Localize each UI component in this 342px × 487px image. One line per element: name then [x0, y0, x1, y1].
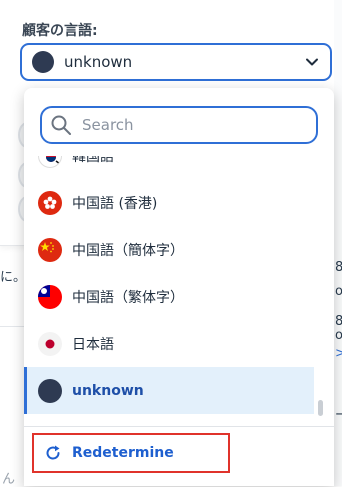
taiwan-flag-icon — [38, 284, 62, 309]
redetermine-label: Redetermine — [72, 445, 174, 461]
language-list: 韓国語 中国語 (香港) 中国語（簡体字） 中国語（繁体字） 日本語 unkno… — [24, 156, 334, 426]
dropdown-divider — [24, 426, 334, 427]
customer-language-select[interactable]: unknown — [20, 43, 332, 81]
background-right-fragment: 8 — [335, 260, 342, 275]
language-option-label: 中国語 (香港) — [72, 195, 158, 212]
background-divider — [0, 326, 24, 327]
language-option-korean[interactable]: 韓国語 — [24, 156, 314, 179]
language-option-label: 韓国語 — [72, 156, 114, 165]
redetermine-button[interactable]: Redetermine — [32, 433, 230, 473]
language-option-label: unknown — [72, 382, 144, 399]
language-option-label: 中国語（簡体字） — [72, 242, 184, 259]
chevron-down-icon[interactable] — [304, 54, 320, 70]
background-right-fragment: > — [335, 346, 342, 361]
language-option-label: 中国語（繁体字） — [72, 289, 184, 306]
language-option-japanese[interactable]: 日本語 — [24, 320, 314, 367]
language-option-chinese-traditional[interactable]: 中国語（繁体字） — [24, 273, 314, 320]
list-scrollbar[interactable] — [318, 400, 323, 416]
japan-flag-icon — [38, 331, 62, 356]
refresh-icon — [46, 445, 60, 460]
search-input[interactable] — [80, 115, 308, 135]
china-flag-icon — [38, 237, 62, 262]
customer-language-label: 顧客の言語: — [22, 23, 98, 39]
background-right-fragment: ー — [335, 408, 342, 423]
selected-language-value: unknown — [64, 53, 133, 71]
background-right-fragment: 8 — [335, 314, 342, 329]
language-dropdown: 韓国語 中国語 (香港) 中国語（簡体字） 中国語（繁体字） 日本語 — [24, 88, 334, 486]
language-option-chinese-hk[interactable]: 中国語 (香港) — [24, 179, 314, 226]
language-option-label: 日本語 — [72, 336, 114, 353]
background-right-fragment: ot — [335, 284, 342, 299]
background-text-fragment: ん — [2, 472, 16, 487]
search-box[interactable] — [40, 106, 318, 144]
language-option-unknown[interactable]: unknown — [24, 367, 314, 414]
background-right-fragment: ot — [335, 328, 342, 343]
search-icon — [51, 115, 71, 135]
south-korea-flag-icon — [38, 156, 62, 168]
unknown-dot-icon — [32, 51, 54, 73]
language-option-chinese-simplified[interactable]: 中国語（簡体字） — [24, 226, 314, 273]
hong-kong-flag-icon — [38, 190, 62, 215]
unknown-dot-icon — [38, 378, 62, 403]
